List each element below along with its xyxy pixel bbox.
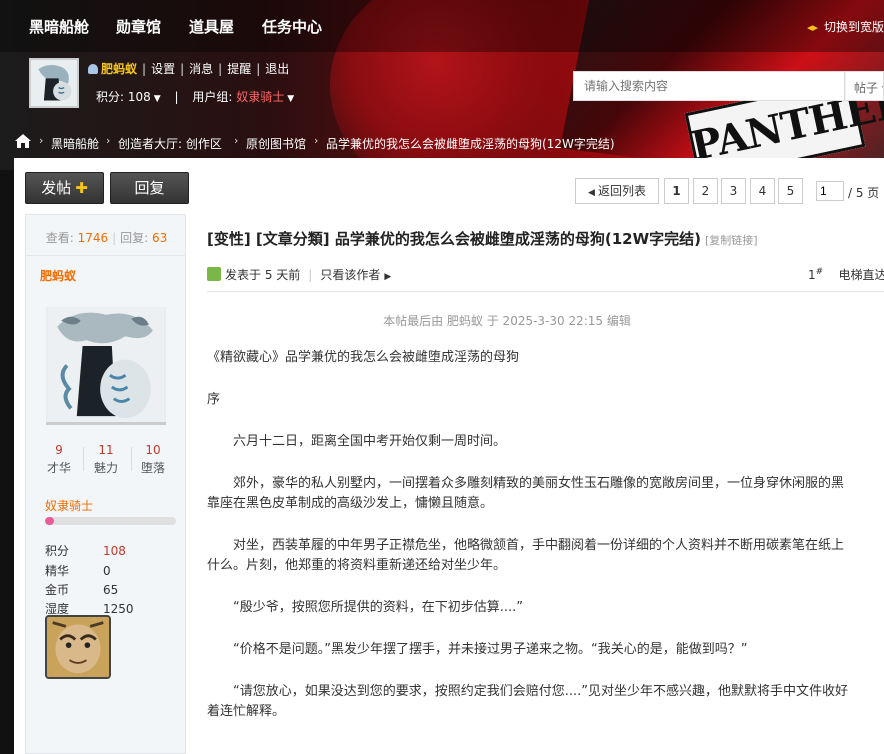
user-group-dropdown[interactable]: 奴隶骑士 ▼ [236,90,294,104]
floor-info: 1# 电梯直达 [808,266,884,283]
post-paragraph: “殷少爷，按照您所提供的资料，在下初步估算....” [233,600,523,615]
switch-wide-link[interactable]: ◂▸ 切换到宽版 [807,18,884,35]
post-paragraph: “请您放心，如果没达到您的要求，按照约定我们会赔付您....”见对坐少年不感兴趣… [233,684,848,699]
copy-link-button[interactable]: [复制链接] [705,234,758,247]
post-paragraph: “价格不是问题。”黑发少年摆了摆手，并未接过男子递来之物。“我关心的是，能做到吗… [233,642,748,657]
chevron-right-icon: › [314,134,319,147]
username-link[interactable]: 肥蚂蚁 [101,62,137,76]
post-paragraph: 六月十二日，距离全国中考开始仅剩一周时间。 [233,434,507,449]
user-links: 肥蚂蚁 | 设置 | 消息 | 提醒 | 退出 [88,60,289,77]
post-paragraph: 什么。片刻，他郑重的将资料重新递还给对坐少年。 [207,558,507,573]
breadcrumb-black-cabin[interactable]: 黑暗船舱 [51,135,99,152]
page-1-button[interactable]: 1 [664,178,689,204]
nav-item-medals[interactable]: 勋章馆 [116,16,161,37]
search-input[interactable] [573,71,845,101]
level-progress-bar [45,517,176,525]
nav-item-tasks[interactable]: 任务中心 [262,16,322,37]
breadcrumb-current-thread[interactable]: 品学兼优的我怎么会被雌堕成淫荡的母狗(12W字完结) [326,135,615,152]
caret-down-icon: ▼ [287,94,295,104]
stat-charm: 11 魅力 [93,443,118,475]
views-count: 1746 [77,231,109,245]
reply-button[interactable]: 回复 [110,172,189,204]
author-group-link[interactable]: 奴隶骑士 [45,497,93,514]
back-to-list-button[interactable]: ◀ 返回列表 [575,178,659,204]
page-jump-input[interactable] [816,181,844,201]
page-2-button[interactable]: 2 [693,178,718,204]
user-avatar[interactable] [29,58,79,108]
nav-item-shop[interactable]: 道具屋 [189,16,234,37]
thread-stats: 查看: 1746 | 回复: 63 [45,231,168,245]
page-total: / 5 页 [848,186,880,200]
plus-icon: ✚ [75,179,88,197]
caret-down-icon: ▼ [153,94,161,104]
points-dropdown[interactable]: 积分: 108 ▼ [96,90,161,104]
messages-link[interactable]: 消息 [189,62,213,76]
user-info: 积分: 108 ▼ | 用户组: 奴隶骑士 ▼ [96,90,295,104]
post-paragraph: 序 [207,392,221,407]
post-paragraph: 对坐，西装革履的中年男子正襟危坐，他略微颔首，手中翻阅着一份详细的个人资料并不断… [233,538,845,553]
home-icon[interactable] [14,133,32,149]
replies-count: 63 [152,231,168,245]
breadcrumb-creator-hall[interactable]: 创造者大厅: 创作区 [118,135,222,152]
breadcrumb: › 黑暗船舱 › 创造者大厅: 创作区 › 原创图书馆 › 品学兼优的我怎么会被… [0,126,884,158]
settings-link[interactable]: 设置 [151,62,175,76]
medal-image [47,617,109,677]
breadcrumb-library[interactable]: 原创图书馆 [246,135,306,152]
top-nav: 黑暗船舱 勋章馆 道具屋 任务中心 ◂▸ 切换到宽版 [0,0,884,52]
stat-talent: 9 才华 [46,443,71,475]
medal-badge[interactable] [45,615,111,679]
author-name-link[interactable]: 肥蚂蚁 [40,267,76,284]
logout-link[interactable]: 退出 [265,62,289,76]
only-author-link[interactable]: 只看该作者 ▶ [320,268,391,282]
online-status-icon [207,267,221,281]
post-title: [变性] [文章分類] 品学兼优的我怎么会被雌堕成淫荡的母狗(12W字完结) [复… [207,230,758,248]
post-paragraph: 郊外，豪华的私人别墅内，一间摆着众多雕刻精致的美丽女性玉石雕像的宽敞房间里，一位… [233,476,845,491]
page-5-button[interactable]: 5 [778,178,803,204]
switch-arrows-icon: ◂▸ [806,21,818,34]
field-essence: 精华 0 [45,564,111,578]
field-points: 积分 108 [45,544,126,558]
chevron-right-icon: › [39,134,44,147]
author-sidebar: 查看: 1746 | 回复: 63 肥蚂蚁 9 才华 11 魅力 10 堕落 奴隶骑士 积… [25,214,186,754]
search-type-select[interactable]: 帖子 ▾ [845,71,884,101]
new-post-button[interactable]: 发帖 ✚ [25,172,104,204]
caret-right-icon: ▶ [384,272,392,282]
jump-floor-link[interactable]: 电梯直达 [838,268,884,282]
author-avatar-image [47,307,165,422]
nav-item-black-cabin[interactable]: 黑暗船舱 [29,16,89,37]
edit-note: 本帖最后由 肥蚂蚁 于 2025-3-30 22:15 编辑 [383,314,631,328]
post-paragraph: 着连忙解释。 [207,704,286,719]
chevron-right-icon: › [106,134,111,147]
stat-corruption: 10 堕落 [140,443,165,475]
page-4-button[interactable]: 4 [750,178,775,204]
user-avatar-image [31,60,77,106]
page-3-button[interactable]: 3 [721,178,746,204]
field-gold: 金币 65 [45,583,119,597]
chevron-left-icon: ◀ [588,188,595,198]
author-avatar[interactable] [46,307,166,425]
notifications-link[interactable]: 提醒 [227,62,251,76]
thread-content: 发帖✚ 回复 ◀返回列表 1 2 3 4 5 / 5 页 查看: 1746|回复… [14,158,884,754]
post-meta: 发表于 5 天前 | 只看该作者 ▶ [207,266,391,283]
user-icon [88,64,98,74]
site-header: PANTHER 黑暗船舱 勋章馆 道具屋 任务中心 ◂▸ 切换到宽版 肥蚂蚁 | 设置… [0,0,884,170]
post-paragraph: 《精欲藏心》品学兼优的我怎么会被雌堕成淫荡的母狗 [207,350,520,365]
chevron-right-icon: › [234,134,239,147]
post-paragraph: 靠座在黑色皮革制成的高级沙发上，慵懒且随意。 [207,496,494,511]
group-label: 用户组: [192,90,233,104]
